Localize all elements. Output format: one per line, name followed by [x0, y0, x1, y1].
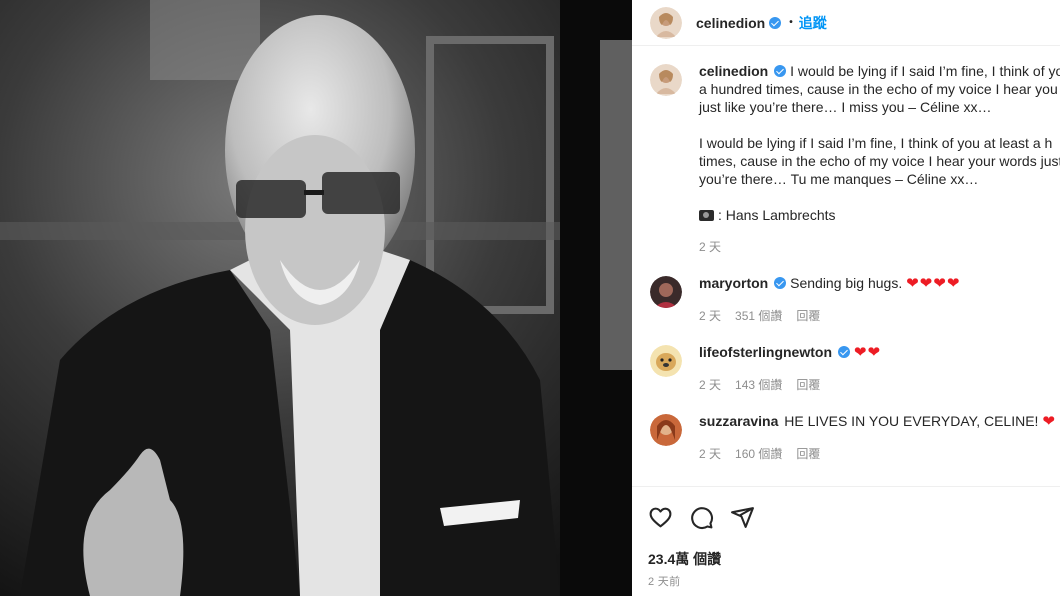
comment-time[interactable]: 2 天 — [699, 307, 721, 325]
caption-time[interactable]: 2 天 — [699, 238, 721, 256]
comment-avatar[interactable] — [650, 345, 682, 377]
comment-row: maryorton Sending big hugs. ❤❤❤❤ 2 天 351 … — [632, 274, 1060, 325]
author-username[interactable]: celinedion — [696, 15, 765, 31]
caption-line: I would be lying if I said I’m fine, I t… — [699, 135, 1053, 151]
caption: celinedion I would be lying if I said I’… — [632, 62, 1060, 256]
caption-credit: : Hans Lambrechts — [718, 207, 836, 223]
author-avatar[interactable] — [650, 6, 682, 39]
post-header: celinedion • 追蹤 — [632, 0, 1060, 46]
share-icon[interactable] — [730, 505, 755, 530]
verified-badge-icon — [774, 277, 787, 289]
caption-line: a hundred times, cause in the echo of my… — [699, 81, 1058, 97]
comment-username[interactable]: lifeofsterlingnewton — [699, 344, 832, 360]
comment-row: suzzaravina HE LIVES IN YOU EVERYDAY, CE… — [632, 412, 1060, 463]
caption-line: times, cause in the echo of my voice I h… — [699, 153, 1060, 169]
caption-line: just like you’re there… I miss you – Cél… — [699, 99, 992, 115]
comment-time[interactable]: 2 天 — [699, 445, 721, 463]
heart-outline-icon[interactable] — [648, 505, 673, 530]
reply-button[interactable]: 回覆 — [796, 307, 820, 325]
heart-emoji: ❤ — [1042, 413, 1056, 430]
follow-button[interactable]: 追蹤 — [799, 13, 827, 33]
caption-username[interactable]: celinedion — [699, 63, 768, 79]
verified-badge-icon — [838, 346, 850, 358]
heart-emoji: ❤❤ — [853, 344, 882, 361]
separator-dot: • — [789, 17, 793, 28]
post-time[interactable]: 2 天前 — [648, 573, 680, 589]
heart-emoji: ❤❤❤❤ — [906, 275, 961, 292]
comment-username[interactable]: maryorton — [699, 275, 768, 291]
comment-avatar[interactable] — [650, 276, 682, 308]
comment-likes[interactable]: 351 個讚 — [735, 307, 782, 325]
post-photo[interactable] — [0, 0, 632, 596]
comment-likes[interactable]: 143 個讚 — [735, 376, 782, 394]
comment-icon[interactable] — [689, 505, 714, 530]
comment-likes[interactable]: 160 個讚 — [735, 445, 782, 463]
verified-badge-icon — [769, 16, 782, 29]
reply-button[interactable]: 回覆 — [796, 445, 820, 463]
comments-scroll-area[interactable]: celinedion I would be lying if I said I’… — [632, 62, 1060, 486]
likes-count[interactable]: 23.4萬 個讚 — [648, 549, 721, 569]
comment-text: HE LIVES IN YOU EVERYDAY, CELINE! — [784, 413, 1039, 429]
caption-line: you’re there… Tu me manques – Céline xx… — [699, 171, 979, 187]
reply-button[interactable]: 回覆 — [796, 376, 820, 394]
post-sidebar: celinedion • 追蹤 celinedion I would be ly… — [632, 0, 1060, 596]
comment-row: lifeofsterlingnewton ❤❤ 2 天 143 個讚 回覆 — [632, 343, 1060, 394]
comment-text: Sending big hugs. — [790, 275, 903, 291]
camera-icon — [699, 210, 714, 221]
caption-avatar[interactable] — [650, 64, 682, 96]
comment-username[interactable]: suzzaravina — [699, 413, 778, 429]
post-actions: 23.4萬 個讚 2 天前 — [632, 486, 1060, 596]
caption-line: I would be lying if I said I’m fine, I t… — [790, 63, 1060, 79]
comment-time[interactable]: 2 天 — [699, 376, 721, 394]
comment-avatar[interactable] — [650, 414, 682, 446]
verified-badge-icon — [774, 65, 787, 77]
post-photo-image — [0, 0, 632, 596]
